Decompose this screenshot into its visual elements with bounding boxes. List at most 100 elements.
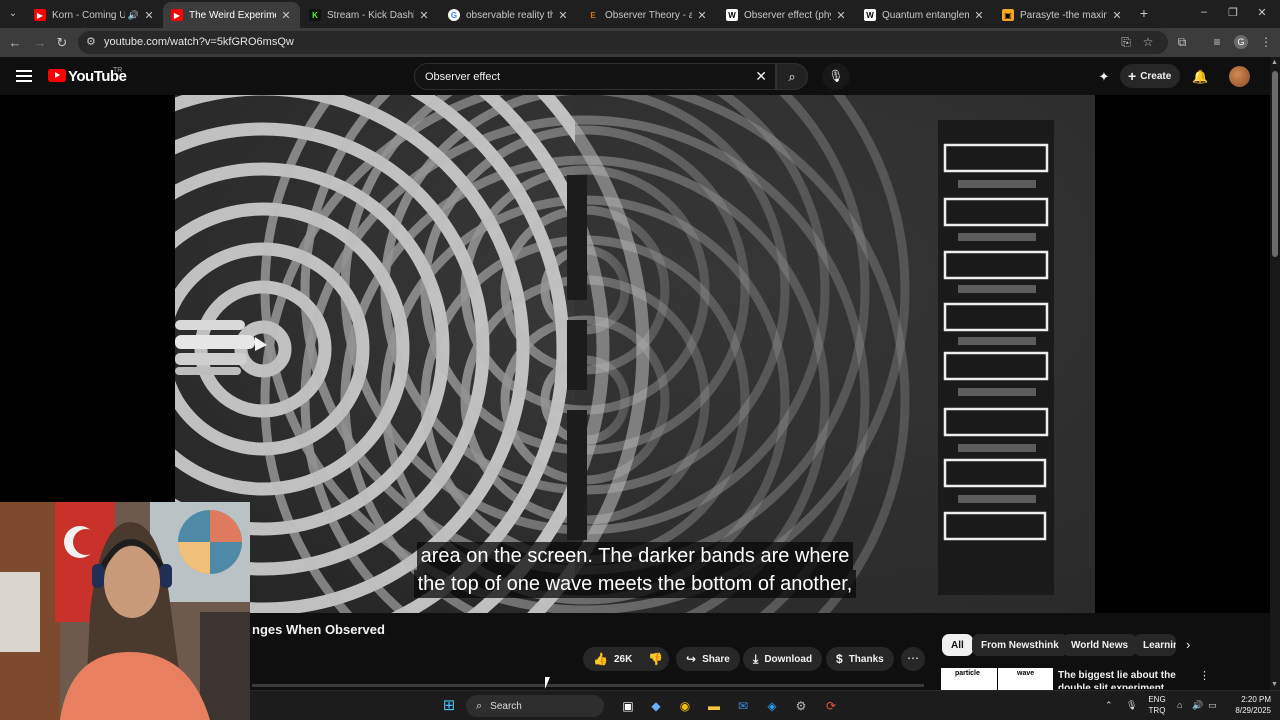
scroll-up-icon[interactable]: ▲ bbox=[1271, 59, 1278, 66]
store-icon[interactable]: ◈ bbox=[763, 697, 781, 715]
chrome-icon[interactable]: ◉ bbox=[676, 697, 694, 715]
tab-observer-effect-wiki[interactable]: W Observer effect (physics) ✕ bbox=[718, 2, 855, 28]
windows-start-icon[interactable]: ⊞ bbox=[440, 697, 458, 715]
tab-title: Parasyte -the maxim- Epi bbox=[1020, 9, 1107, 21]
chip-all[interactable]: All bbox=[942, 634, 973, 656]
close-tab-icon[interactable]: ✕ bbox=[973, 9, 985, 22]
mail-icon[interactable]: ✉ bbox=[734, 697, 752, 715]
volume-icon[interactable]: 🔊 bbox=[1192, 700, 1203, 711]
file-explorer-icon[interactable]: ▬ bbox=[705, 697, 723, 715]
taskbar-search[interactable]: ⌕ Search bbox=[466, 695, 604, 717]
speaker-icon[interactable]: 🔊 bbox=[128, 10, 139, 21]
scrollbar-thumb[interactable] bbox=[1272, 71, 1278, 257]
tab-weird-experiment[interactable]: ▶ The Weird Experiment that ✕ bbox=[163, 2, 300, 28]
clock[interactable]: 2:20 PM 8/29/2025 bbox=[1225, 694, 1271, 716]
task-view-icon[interactable]: ▣ bbox=[619, 697, 637, 715]
webcam-overlay bbox=[0, 502, 250, 720]
close-tab-icon[interactable]: ✕ bbox=[1111, 9, 1123, 22]
tab-observable-reality[interactable]: G observable reality theory ✕ bbox=[440, 2, 577, 28]
close-tab-icon[interactable]: ✕ bbox=[280, 9, 292, 22]
address-bar[interactable]: ⚙ youtube.com/watch?v=5kfGRO6msQw bbox=[78, 31, 1168, 54]
search-input[interactable]: Observer effect ✕ bbox=[414, 63, 776, 90]
region-code: TR bbox=[113, 67, 123, 74]
recommended-title[interactable]: The biggest lie about the double slit ex… bbox=[1058, 669, 1198, 689]
share-button[interactable]: ↪ Share bbox=[676, 647, 740, 671]
reload-icon[interactable]: ↻ bbox=[53, 34, 71, 52]
media-control-icon[interactable]: ≡ bbox=[1209, 35, 1225, 49]
page-scrollbar[interactable]: ▲ ▼ bbox=[1270, 57, 1280, 690]
tab-quantum-entanglement[interactable]: W Quantum entanglement ✕ bbox=[856, 2, 993, 28]
input-language[interactable]: ENG TRQ bbox=[1147, 694, 1167, 716]
copilot-icon[interactable]: ◆ bbox=[647, 697, 665, 715]
site-info-icon[interactable]: ⚙ bbox=[86, 35, 96, 48]
voice-search-button[interactable]: 🎙 bbox=[822, 63, 850, 90]
download-button[interactable]: ⤓ Download bbox=[743, 647, 823, 671]
notifications-bell-icon[interactable]: 🔔 bbox=[1192, 69, 1208, 85]
super-thanks-icon: $ bbox=[836, 652, 843, 666]
account-avatar[interactable] bbox=[1229, 66, 1250, 87]
tab-korn[interactable]: ▶ Korn - Coming Undone 🔊 ✕ bbox=[26, 2, 163, 28]
window-close-icon[interactable]: ✕ bbox=[1254, 6, 1270, 19]
clear-search-icon[interactable]: ✕ bbox=[755, 68, 767, 85]
tab-kick-dashboard[interactable]: K Stream - Kick Dashboard ✕ bbox=[301, 2, 438, 28]
download-label: Download bbox=[764, 653, 813, 665]
thanks-label: Thanks bbox=[848, 653, 884, 665]
close-tab-icon[interactable]: ✕ bbox=[418, 9, 430, 22]
tab-observer-theory[interactable]: E Observer Theory - an ove ✕ bbox=[579, 2, 716, 28]
create-label: Create bbox=[1140, 70, 1172, 82]
network-icon[interactable]: ⌂ bbox=[1177, 700, 1182, 710]
mouse-cursor-icon bbox=[545, 677, 555, 689]
new-tab-icon[interactable]: + bbox=[1136, 5, 1152, 21]
kick-favicon-icon: K bbox=[309, 9, 321, 21]
clock-time: 2:20 PM bbox=[1241, 695, 1271, 704]
forward-icon[interactable]: → bbox=[31, 34, 49, 52]
search-button[interactable]: ⌕ bbox=[776, 63, 808, 90]
chip-world-news[interactable]: World News bbox=[1062, 634, 1138, 656]
microphone-icon[interactable]: 🎙 bbox=[1126, 700, 1137, 711]
settings-gear-icon[interactable]: ⚙ bbox=[792, 697, 810, 715]
chip-from-newsthink[interactable]: From Newsthink bbox=[972, 634, 1068, 656]
lang-line: ENG bbox=[1148, 695, 1166, 704]
more-actions-icon[interactable]: ⋯ bbox=[901, 647, 925, 671]
show-hidden-icons-icon[interactable]: ⌃ bbox=[1105, 700, 1113, 711]
dislike-button[interactable]: 👎 bbox=[640, 652, 671, 666]
scroll-down-icon[interactable]: ▼ bbox=[1271, 681, 1278, 688]
extensions-icon[interactable]: ⧉ bbox=[1174, 35, 1190, 50]
create-button[interactable]: + Create bbox=[1120, 64, 1180, 88]
plus-icon: + bbox=[1128, 68, 1137, 84]
tab-title: Quantum entanglement bbox=[882, 9, 969, 21]
battery-icon[interactable]: ▭ bbox=[1208, 700, 1217, 711]
profile-avatar[interactable]: G bbox=[1234, 35, 1248, 49]
restore-icon[interactable]: ❐ bbox=[1225, 6, 1241, 19]
video-frame[interactable]: area on the screen. The darker bands are… bbox=[175, 95, 1095, 613]
wikipedia-favicon-icon: W bbox=[864, 9, 876, 21]
gemini-sparkle-icon[interactable]: ✦ bbox=[1096, 69, 1112, 85]
install-app-icon[interactable]: ⎘ bbox=[1118, 35, 1134, 50]
close-tab-icon[interactable]: ✕ bbox=[835, 9, 847, 22]
wikipedia-favicon-icon: W bbox=[726, 9, 738, 21]
chevron-right-icon[interactable]: › bbox=[1186, 637, 1190, 652]
close-tab-icon[interactable]: ✕ bbox=[143, 9, 155, 22]
like-button[interactable]: 👍 26K bbox=[583, 647, 640, 671]
close-tab-icon[interactable]: ✕ bbox=[696, 9, 708, 22]
close-tab-icon[interactable]: ✕ bbox=[557, 9, 569, 22]
tab-parasyte[interactable]: ▣ Parasyte -the maxim- Epi ✕ bbox=[994, 2, 1131, 28]
thanks-button[interactable]: $ Thanks bbox=[826, 647, 894, 671]
browser-menu-icon[interactable]: ⋮ bbox=[1258, 35, 1274, 49]
video-menu-icon[interactable]: ⋮ bbox=[1199, 669, 1210, 682]
tab-search-chevron-icon[interactable]: ⌄ bbox=[4, 5, 22, 23]
taskbar-search-label: Search bbox=[490, 700, 522, 712]
search-icon: ⌕ bbox=[476, 699, 483, 712]
recording-app-icon[interactable]: ⟳ bbox=[822, 697, 840, 715]
youtube-logo-icon[interactable] bbox=[48, 69, 66, 82]
recommended-thumbnail[interactable]: particle wave bbox=[941, 668, 1053, 690]
minimize-icon[interactable]: – bbox=[1196, 6, 1212, 18]
back-icon[interactable]: ← bbox=[6, 34, 24, 52]
like-dislike-group: 👍 26K 👎 bbox=[583, 647, 669, 671]
menu-hamburger-icon[interactable] bbox=[16, 70, 32, 82]
youtube-favicon-icon: ▶ bbox=[34, 9, 46, 21]
youtube-favicon-icon: ▶ bbox=[171, 9, 183, 21]
chip-learning[interactable]: Learnin bbox=[1134, 634, 1176, 656]
bookmark-star-icon[interactable]: ☆ bbox=[1140, 35, 1156, 49]
browser-tab-strip: ⌄ ▶ Korn - Coming Undone 🔊 ✕ ▶ The Weird… bbox=[0, 0, 1280, 28]
